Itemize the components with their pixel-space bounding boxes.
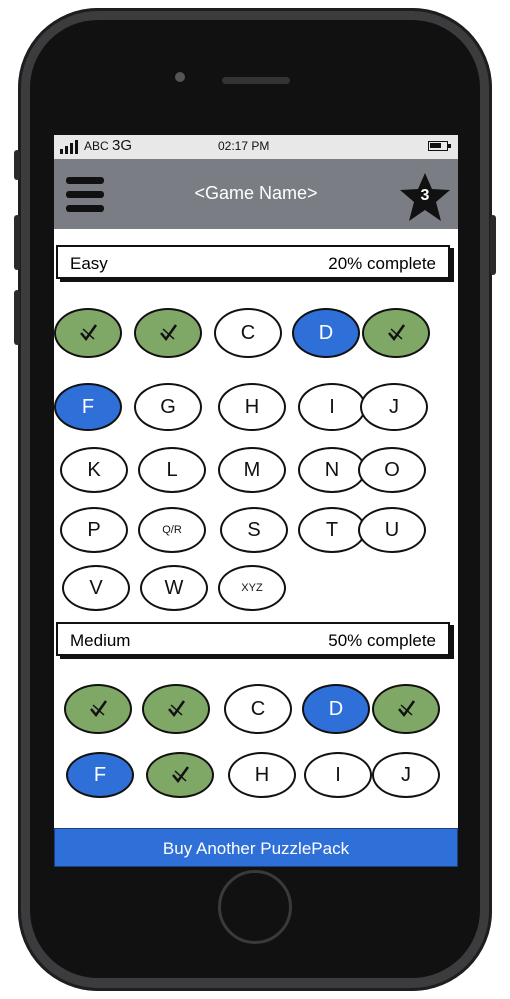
puzzle-letter-label: N xyxy=(324,458,340,481)
puzzle-letter-label: F xyxy=(81,395,95,418)
puzzle-letter-label: G xyxy=(160,395,176,418)
app-screen: ABC 3G 02:17 PM <Game Name> 3 Easy 20% co… xyxy=(54,135,458,867)
puzzle-letter-f[interactable]: F xyxy=(66,752,134,798)
puzzle-letter-q-r[interactable]: Q/R xyxy=(138,507,206,553)
puzzle-letter-xyz[interactable]: XYZ xyxy=(218,565,286,611)
puzzle-letter-s[interactable]: S xyxy=(220,507,288,553)
puzzle-letter-g[interactable]: G xyxy=(134,383,202,431)
puzzle-letter-w[interactable]: W xyxy=(140,565,208,611)
puzzle-letter-f[interactable]: F xyxy=(54,383,122,431)
volume-down-button xyxy=(14,290,20,345)
network-label: 3G xyxy=(112,137,133,154)
puzzle-letter-h[interactable]: H xyxy=(218,383,286,431)
volume-up-button xyxy=(14,215,20,270)
puzzle-letter-label: D xyxy=(328,697,344,720)
puzzle-letter-label: XYZ xyxy=(241,582,263,594)
puzzle-letter-label: T xyxy=(325,518,339,541)
star-count: 3 xyxy=(420,187,430,204)
puzzle-letter-b[interactable] xyxy=(142,684,210,734)
carrier-label: ABC xyxy=(84,139,109,153)
puzzle-letter-label: J xyxy=(389,395,399,418)
puzzle-letter-k[interactable]: K xyxy=(60,447,128,493)
puzzle-letter-d[interactable]: D xyxy=(292,308,360,358)
camera-icon xyxy=(175,72,185,82)
section-progress-label: 50% complete xyxy=(328,631,436,650)
puzzle-letter-label: D xyxy=(318,321,334,344)
puzzle-letter-label: I xyxy=(335,763,341,786)
puzzle-letter-e[interactable] xyxy=(362,308,430,358)
puzzle-letter-label: W xyxy=(164,576,184,599)
section-header-easy[interactable]: Easy 20% complete xyxy=(56,245,450,279)
section-progress-label: 20% complete xyxy=(328,254,436,273)
status-bar: ABC 3G 02:17 PM xyxy=(54,135,458,159)
section-level-label: Easy xyxy=(70,254,108,273)
puzzle-letter-label: K xyxy=(87,458,101,481)
mute-switch xyxy=(14,150,20,180)
puzzle-letter-label: U xyxy=(384,518,400,541)
completed-check-icon xyxy=(80,324,98,342)
power-button xyxy=(490,215,496,275)
puzzle-letter-d[interactable]: D xyxy=(302,684,370,734)
puzzle-letter-a[interactable] xyxy=(64,684,132,734)
nav-bar: <Game Name> 3 xyxy=(54,159,458,229)
puzzle-letter-g[interactable] xyxy=(146,752,214,798)
puzzle-letter-label: L xyxy=(166,458,178,481)
puzzle-letter-label: J xyxy=(401,763,411,786)
completed-check-icon xyxy=(160,324,178,342)
puzzle-letter-m[interactable]: M xyxy=(218,447,286,493)
puzzle-letter-c[interactable]: C xyxy=(214,308,282,358)
puzzle-letter-label: O xyxy=(384,458,400,481)
puzzle-letter-u[interactable]: U xyxy=(358,507,426,553)
battery-icon xyxy=(428,141,451,151)
puzzle-letter-label: C xyxy=(240,321,256,344)
puzzle-letter-l[interactable]: L xyxy=(138,447,206,493)
puzzle-letter-label: S xyxy=(247,518,261,541)
puzzle-letter-j[interactable]: J xyxy=(360,383,428,431)
puzzle-letter-t[interactable]: T xyxy=(298,507,366,553)
section-header-medium[interactable]: Medium 50% complete xyxy=(56,622,450,656)
puzzle-letter-i[interactable]: I xyxy=(304,752,372,798)
completed-check-icon xyxy=(172,766,190,784)
puzzle-letter-label: H xyxy=(254,763,270,786)
puzzle-letter-o[interactable]: O xyxy=(358,447,426,493)
speaker-grille xyxy=(222,77,290,84)
puzzle-letter-n[interactable]: N xyxy=(298,447,366,493)
puzzle-letter-label: Q/R xyxy=(162,524,182,536)
completed-check-icon xyxy=(388,324,406,342)
signal-icon xyxy=(60,140,82,154)
completed-check-icon xyxy=(168,700,186,718)
puzzle-letter-label: M xyxy=(243,458,261,481)
puzzle-letter-h[interactable]: H xyxy=(228,752,296,798)
puzzle-letter-p[interactable]: P xyxy=(60,507,128,553)
section-level-label: Medium xyxy=(70,631,131,650)
puzzle-letter-v[interactable]: V xyxy=(62,565,130,611)
puzzle-letter-label: H xyxy=(244,395,260,418)
clock: 02:17 PM xyxy=(218,139,270,153)
star-icon[interactable]: 3 xyxy=(398,171,452,223)
completed-check-icon xyxy=(90,700,108,718)
completed-check-icon xyxy=(398,700,416,718)
puzzle-letter-i[interactable]: I xyxy=(298,383,366,431)
puzzle-letter-a[interactable] xyxy=(54,308,122,358)
puzzle-letter-label: F xyxy=(93,763,107,786)
home-button[interactable] xyxy=(218,870,292,944)
puzzle-letter-j[interactable]: J xyxy=(372,752,440,798)
puzzle-letter-c[interactable]: C xyxy=(224,684,292,734)
puzzle-letter-b[interactable] xyxy=(134,308,202,358)
puzzle-letter-label: V xyxy=(89,576,103,599)
puzzle-letter-label: C xyxy=(250,697,266,720)
buy-puzzlepack-button[interactable]: Buy Another PuzzlePack xyxy=(54,828,458,867)
puzzle-letter-label: P xyxy=(87,518,101,541)
puzzle-letter-label: I xyxy=(329,395,335,418)
puzzle-letter-e[interactable] xyxy=(372,684,440,734)
